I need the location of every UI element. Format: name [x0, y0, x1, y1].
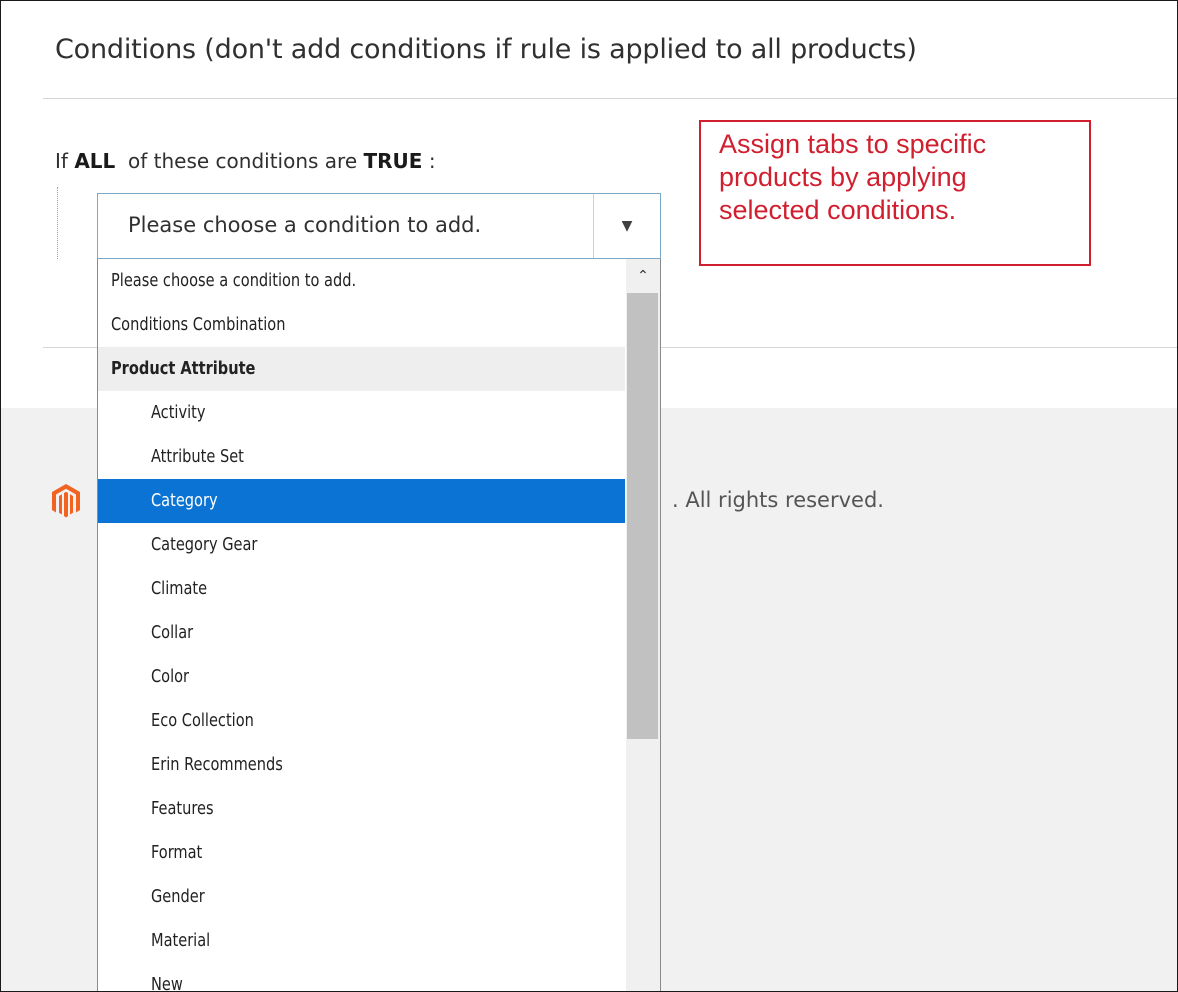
- dropdown-option[interactable]: Erin Recommends: [98, 743, 625, 787]
- option-label: New: [151, 974, 183, 992]
- new-condition-select[interactable]: Please choose a condition to add. ▼: [97, 193, 661, 259]
- dropdown-option[interactable]: Format: [98, 831, 625, 875]
- option-label: Activity: [151, 402, 206, 423]
- chevron-down-icon[interactable]: ▼: [593, 194, 660, 258]
- dropdown-option[interactable]: Material: [98, 919, 625, 963]
- dropdown-option[interactable]: Climate: [98, 567, 625, 611]
- condition-suffix: :: [428, 149, 436, 173]
- scrollbar[interactable]: ⌃: [626, 259, 660, 991]
- dropdown-option[interactable]: Color: [98, 655, 625, 699]
- dropdown-option[interactable]: Conditions Combination: [98, 303, 625, 347]
- dropdown-option[interactable]: Activity: [98, 391, 625, 435]
- dropdown-option[interactable]: Category: [98, 479, 625, 523]
- copyright-text: . All rights reserved.: [672, 488, 884, 512]
- dropdown-option[interactable]: Features: [98, 787, 625, 831]
- option-label: Features: [151, 798, 214, 819]
- value-toggle[interactable]: TRUE: [364, 149, 423, 173]
- option-label: Attribute Set: [151, 446, 244, 467]
- option-label: Color: [151, 666, 190, 687]
- dropdown-option[interactable]: Gender: [98, 875, 625, 919]
- annotation-callout: Assign tabs to specific products by appl…: [699, 120, 1091, 266]
- option-label: Category: [151, 490, 218, 511]
- option-group-label: Product Attribute: [98, 347, 625, 391]
- option-label: Material: [151, 930, 211, 951]
- dropdown-option[interactable]: New: [98, 963, 625, 992]
- section-title: Conditions (don't add conditions if rule…: [55, 34, 917, 65]
- option-label: Category Gear: [151, 534, 258, 555]
- condition-middle: of these conditions are: [128, 149, 358, 173]
- aggregator-toggle[interactable]: ALL: [74, 149, 115, 173]
- dropdown-option[interactable]: Please choose a condition to add.: [98, 259, 625, 303]
- magento-logo-icon: [52, 484, 80, 518]
- option-label: Collar: [151, 622, 194, 643]
- option-label: Format: [151, 842, 203, 863]
- option-label: Eco Collection: [151, 710, 254, 731]
- option-label: Conditions Combination: [111, 314, 286, 335]
- option-label: Product Attribute: [111, 358, 256, 379]
- option-label: Erin Recommends: [151, 754, 283, 775]
- scrollbar-thumb[interactable]: [627, 293, 658, 739]
- condition-tree-line: [57, 187, 58, 259]
- dropdown-option[interactable]: Attribute Set: [98, 435, 625, 479]
- option-label: Please choose a condition to add.: [111, 270, 357, 291]
- option-label: Climate: [151, 578, 208, 599]
- select-value: Please choose a condition to add.: [128, 213, 482, 237]
- dropdown-option[interactable]: Collar: [98, 611, 625, 655]
- dropdown-option[interactable]: Eco Collection: [98, 699, 625, 743]
- condition-prefix: If: [55, 149, 68, 173]
- condition-statement: If ALL of these conditions are TRUE :: [55, 149, 436, 173]
- dropdown-option[interactable]: Category Gear: [98, 523, 625, 567]
- condition-options-list[interactable]: Please choose a condition to add. Conditi…: [97, 259, 661, 992]
- divider: [43, 98, 1177, 99]
- chevron-up-icon[interactable]: ⌃: [626, 259, 660, 293]
- page-frame: Conditions (don't add conditions if rule…: [0, 0, 1178, 992]
- option-label: Gender: [151, 886, 205, 907]
